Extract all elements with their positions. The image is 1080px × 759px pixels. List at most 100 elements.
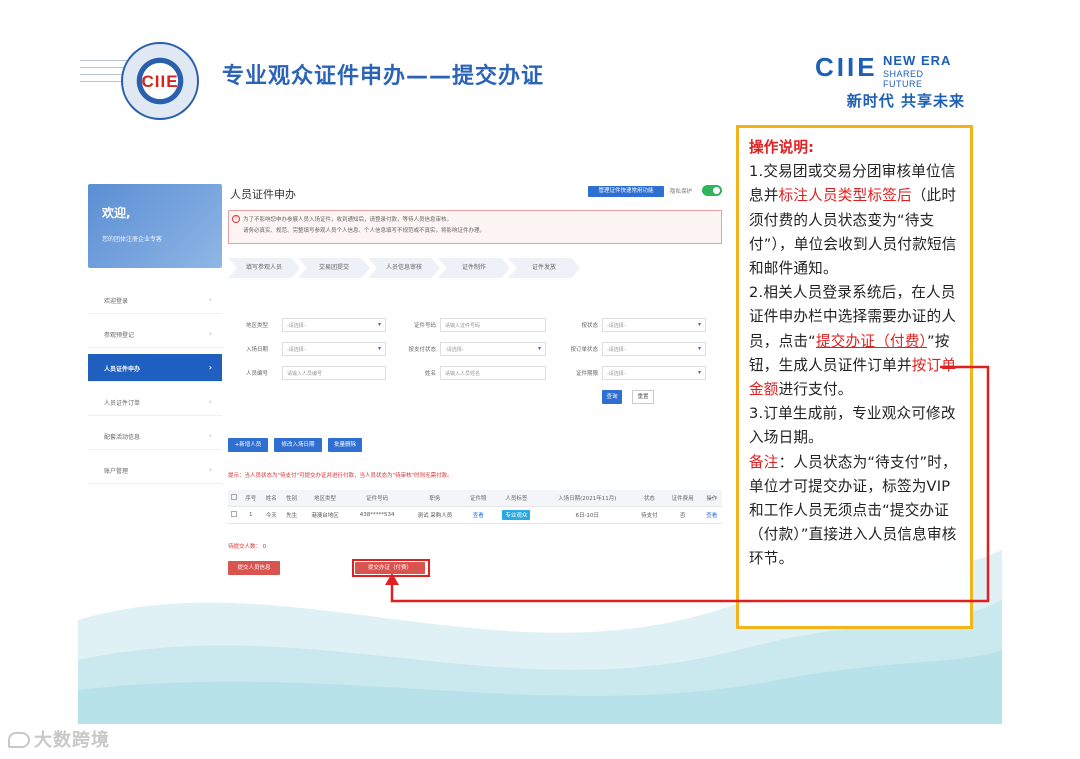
cell-name: 今天 <box>261 506 282 524</box>
welcome-text: 欢迎, <box>102 206 131 220</box>
cert-use-label: 证件期限 <box>575 371 598 377</box>
cell-cert-no: 438*****534 <box>348 506 406 524</box>
order-status-value: -请选择- <box>607 347 626 353</box>
region-type-value: -请选择- <box>287 323 306 329</box>
person-no-input[interactable]: 请输入人员编号 <box>282 366 386 380</box>
chevron-down-icon: ▾ <box>697 345 701 352</box>
progress-steps: 填写参观人员 交易团提交 人员信息审核 证件制作 证件发放 <box>228 258 580 278</box>
status-label: 按状态 <box>581 323 598 329</box>
ciie-seal-logo: CIIE <box>121 42 199 120</box>
header-cell: 操作 <box>701 490 722 507</box>
pay-status-value: -请选择- <box>445 347 464 353</box>
sidebar-item-label: 人员证件订单 <box>104 400 141 407</box>
sidebar-item-label: 账户管理 <box>104 468 129 475</box>
main-panel: 人员证件申办 管理证件快速常用功能 隐私保护 ! 为了不影响您申办参展人员入场证… <box>228 180 724 600</box>
person-no-label: 人员编号 <box>245 371 268 377</box>
seal-logo-text: CIIE <box>141 72 179 91</box>
sidebar-item-label: 人员证件申办 <box>104 366 141 373</box>
sidebar-item-label: 参观预登记 <box>104 332 135 339</box>
header-cell: 入场日期(2021年11月) <box>539 490 635 507</box>
submit-person-info-button[interactable]: 提交人员信息 <box>228 561 280 575</box>
cell-photo-link[interactable]: 查看 <box>463 506 493 524</box>
cell-index: 1 <box>240 506 261 524</box>
note-label: 备注 <box>749 453 779 471</box>
batch-delete-button[interactable]: 批量删除 <box>328 438 362 452</box>
chevron-right-icon: › <box>208 397 212 406</box>
add-person-button[interactable]: +新增人员 <box>228 438 268 452</box>
header-select-all[interactable] <box>228 490 241 507</box>
brand-ciie-text: CIIE <box>815 52 878 82</box>
cert-no-input[interactable]: 请输入证件号码 <box>440 318 546 332</box>
ciie-brand-logo: CIIE NEW ERA SHARED FUTURE 新时代 共享未来 <box>815 52 965 112</box>
entry-date-select[interactable]: -请选择- ▾ <box>282 342 386 356</box>
instructions-heading: 操作说明: <box>749 139 815 156</box>
chevron-down-icon: ▾ <box>377 345 381 352</box>
cell-tag: 专业观众 <box>492 506 540 524</box>
status-select[interactable]: -请选择- ▾ <box>602 318 706 332</box>
pay-status-label: 按支付状态 <box>408 347 436 353</box>
cell-status: 待支付 <box>634 506 664 524</box>
sidebar-item-label: 欢迎登录 <box>104 298 129 305</box>
header-cell: 姓名 <box>261 490 282 507</box>
cert-use-select[interactable]: -请选择- ▾ <box>602 366 706 380</box>
entry-date-label: 入场日期 <box>245 347 268 353</box>
chat-bubble-icon <box>8 732 30 748</box>
welcome-subtext: 您的团体注册企业专客 <box>102 236 163 243</box>
privacy-toggle[interactable] <box>702 185 722 196</box>
region-type-select[interactable]: -请选择- ▾ <box>282 318 386 332</box>
filter-row-2: 入场日期 -请选择- ▾ 按支付状态 -请选择- ▾ 按订单状态 -请选择- ▾ <box>228 342 722 356</box>
sidebar-item-cert-orders[interactable]: 人员证件订单 › <box>88 388 222 416</box>
notice-line-1: 为了不影响您申办参展人员入场证件，收到通知后，请登录付款，等待人员信息审核。 <box>243 217 453 223</box>
row-select[interactable] <box>228 506 241 524</box>
cell-fee: 否 <box>663 506 702 524</box>
submit-cert-highlight: 提交办证（付费） <box>352 559 430 577</box>
note-text: ：人员状态为“待支付”时，单位才可提交办证，标签为VIP和工作人员无须点击“提交… <box>749 453 957 568</box>
manage-shortcuts-button[interactable]: 管理证件快速常用功能 <box>588 186 664 197</box>
header-cell: 人员标签 <box>492 490 540 507</box>
chevron-right-icon: › <box>208 465 212 474</box>
sidebar-item-cert-apply[interactable]: 人员证件申办 › <box>88 354 222 382</box>
checkbox[interactable] <box>231 493 238 500</box>
table-header-row: 序号 姓名 性别 地区类型 证件号码 职务 证件照 人员标签 入场日期(2021… <box>228 490 722 507</box>
step-2: 交易团提交 <box>298 258 370 278</box>
name-input[interactable]: 请输入人员姓名 <box>440 366 546 380</box>
person-tag-badge: 专业观众 <box>502 509 531 520</box>
sidebar-item-account[interactable]: 账户管理 › <box>88 456 222 484</box>
reset-button[interactable]: 重置 <box>632 390 654 404</box>
chevron-down-icon: ▾ <box>537 345 541 352</box>
name-label: 姓名 <box>424 371 436 377</box>
sidebar-item-label: 配套活动信息 <box>104 434 141 441</box>
pending-count: 待提交人数： 0 <box>228 544 267 550</box>
query-button[interactable]: 查询 <box>602 390 622 404</box>
sidebar-item-visit-preregister[interactable]: 参观预登记 › <box>88 320 222 348</box>
pay-status-select[interactable]: -请选择- ▾ <box>440 342 546 356</box>
instruction-step-3: 3.订单生成前，专业观众可修改入场日期。 <box>749 405 956 447</box>
step-4: 证件制作 <box>438 258 510 278</box>
chevron-down-icon: ▾ <box>697 369 701 376</box>
header-cell: 证件照 <box>463 490 493 507</box>
cell-gender: 先生 <box>281 506 302 524</box>
step-5: 证件发放 <box>508 258 580 278</box>
instruction-note: 备注：人员状态为“待支付”时，单位才可提交办证，标签为VIP和工作人员无须点击“… <box>749 451 961 572</box>
order-status-select[interactable]: -请选择- ▾ <box>602 342 706 356</box>
view-photo-link[interactable]: 查看 <box>473 513 484 519</box>
cert-no-label: 证件号码 <box>413 323 436 329</box>
cell-action[interactable]: 查看 <box>701 506 722 524</box>
cert-use-value: -请选择- <box>607 371 626 377</box>
view-detail-link[interactable]: 查看 <box>706 513 717 519</box>
cell-region: 港澳台地区 <box>301 506 349 524</box>
cell-entry-date: 6日-10日 <box>539 506 635 524</box>
sidebar-item-events[interactable]: 配套活动信息 › <box>88 422 222 450</box>
sidebar-item-welcome-login[interactable]: 欢迎登录 › <box>88 286 222 314</box>
instruction-step-1: 1.交易团或交易分团审核单位信息并标注人员类型标签后（此时须付费的人员状态变为“… <box>749 160 961 281</box>
edit-entry-date-button[interactable]: 修改入场日期 <box>274 438 322 452</box>
checkbox[interactable] <box>231 510 238 517</box>
welcome-banner: 欢迎, 您的团体注册企业专客 <box>88 184 222 268</box>
brand-shared-future-text: SHARED FUTURE <box>883 69 924 89</box>
header-cell: 职务 <box>405 490 464 507</box>
alert-icon: ! <box>232 215 240 223</box>
submit-cert-paid-button[interactable]: 提交办证（付费） <box>355 562 425 574</box>
step-2-text-c: 进行支付。 <box>778 381 853 399</box>
header-cell: 序号 <box>240 490 261 507</box>
filter-row-3: 人员编号 请输入人员编号 姓名 请输入人员姓名 证件期限 -请选择- ▾ <box>228 366 722 380</box>
